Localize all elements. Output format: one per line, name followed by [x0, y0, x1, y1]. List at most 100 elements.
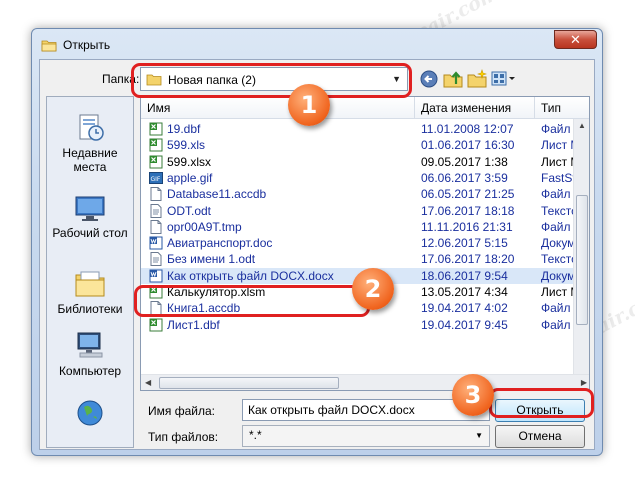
scroll-thumb[interactable] [159, 377, 339, 389]
network-icon [77, 400, 103, 426]
place-label: Библиотеки [57, 302, 123, 316]
column-header-date[interactable]: Дата изменения [415, 97, 535, 119]
file-type: Докум [541, 268, 575, 283]
word-icon [149, 236, 163, 250]
new-folder-icon[interactable] [466, 68, 488, 90]
file-row[interactable]: 599.xlsx 09.05.2017 1:38 Лист M [141, 154, 575, 170]
file-row[interactable]: Без имени 1.odt 17.06.2017 18:20 Текстс [141, 251, 575, 267]
place-label: Недавние места [62, 146, 118, 174]
scroll-thumb[interactable] [576, 195, 588, 325]
file-row[interactable]: 599.xls 01.06.2017 16:30 Лист M [141, 137, 575, 153]
image-icon: GIF [149, 171, 163, 184]
blank-file-icon [150, 219, 162, 234]
file-name: apple.gif [167, 170, 213, 185]
dialog-title: Открыть [63, 38, 111, 52]
filename-label: Имя файла: [148, 404, 215, 418]
file-type: Файл " [541, 122, 575, 136]
file-name: Лист1.dbf [167, 317, 220, 332]
cancel-button[interactable]: Отмена [495, 425, 585, 448]
vertical-scrollbar[interactable]: ▲ [573, 119, 589, 375]
file-type: Файл " [541, 317, 575, 332]
text-file-icon [150, 252, 162, 267]
title-bar[interactable]: Открыть ✕ [32, 29, 602, 59]
place-label: Компьютер [58, 364, 122, 378]
places-bar: Недавние места Рабочий стол Библиотеки К… [46, 96, 134, 448]
scroll-up-icon[interactable]: ▲ [578, 121, 586, 130]
file-date: 17.06.2017 18:18 [421, 203, 515, 218]
file-date: 11.11.2016 21:31 [421, 219, 513, 234]
column-header-name[interactable]: Имя [141, 97, 415, 119]
place-recent[interactable]: Недавние места [47, 111, 133, 174]
file-date: 01.06.2017 16:30 [421, 138, 515, 153]
file-type: Текстс [541, 203, 575, 218]
file-date: 06.06.2017 3:59 [421, 170, 508, 185]
file-type: Файл " [541, 187, 575, 202]
file-type: FastSto [541, 170, 575, 185]
file-name: ODT.odt [167, 203, 212, 218]
file-name: Без имени 1.odt [167, 252, 256, 267]
file-name: Database11.accdb [167, 187, 267, 202]
scroll-right-icon[interactable]: ▶ [581, 378, 587, 387]
file-date: 09.05.2017 1:38 [421, 154, 508, 169]
place-computer[interactable]: Компьютер [47, 329, 133, 378]
views-menu-icon[interactable] [490, 68, 516, 90]
file-type: Докум [541, 236, 575, 251]
step-badge-3: 3 [452, 374, 494, 416]
file-name: 599.xlsx [167, 154, 212, 169]
place-libraries[interactable]: Библиотеки [47, 267, 133, 316]
file-type: Лист M [541, 285, 575, 299]
column-header-type[interactable]: Тип [535, 97, 589, 119]
excel-icon [149, 318, 163, 332]
file-row[interactable]: opr00A9T.tmp 11.11.2016 21:31 Файл " [141, 219, 575, 235]
file-date: 06.05.2017 21:25 [421, 187, 515, 202]
file-type: Текстс [541, 252, 575, 267]
filetype-value: *.* [249, 428, 262, 442]
file-row[interactable]: Лист1.dbf 19.04.2017 9:45 Файл " [141, 317, 575, 333]
file-list[interactable]: Имя Дата изменения Тип 19.dbf 11.01.2008 … [140, 96, 590, 391]
chevron-down-icon: ▼ [475, 431, 483, 440]
file-date: 17.06.2017 18:20 [421, 252, 515, 267]
file-date: 18.06.2017 9:54 [421, 268, 508, 283]
close-icon: ✕ [570, 32, 581, 47]
file-date: 19.04.2017 4:02 [421, 301, 508, 316]
back-arrow-icon[interactable] [418, 68, 440, 90]
recent-places-icon [79, 114, 104, 141]
file-row[interactable]: Database11.accdb 06.05.2017 21:25 Файл " [141, 186, 575, 202]
file-name: 19.dbf [167, 122, 201, 136]
file-row[interactable]: GIF apple.gif 06.06.2017 3:59 FastSto [141, 170, 575, 186]
step-badge-2: 2 [352, 268, 394, 310]
file-date: 11.01.2008 12:07 [421, 122, 514, 136]
up-folder-icon[interactable] [442, 68, 464, 90]
file-row[interactable]: 19.dbf 11.01.2008 12:07 Файл " [141, 121, 575, 137]
file-name: opr00A9T.tmp [167, 219, 242, 234]
desktop-icon [75, 196, 105, 221]
word-icon [149, 269, 163, 283]
highlight-selected-file [134, 285, 370, 317]
file-row[interactable]: Авиатранспорт.doc 12.06.2017 5:15 Докум [141, 235, 575, 251]
excel-icon [149, 155, 163, 169]
close-button[interactable]: ✕ [554, 30, 597, 49]
step-badge-1: 1 [288, 84, 330, 126]
highlight-look-in [131, 63, 412, 98]
filetype-select[interactable]: *.* ▼ [242, 425, 490, 447]
file-date: 19.04.2017 9:45 [421, 317, 508, 332]
file-row[interactable]: ODT.odt 17.06.2017 18:18 Текстс [141, 203, 575, 219]
svg-text:GIF: GIF [151, 176, 161, 183]
file-name: Авиатранспорт.doc [167, 236, 273, 251]
filetype-label: Тип файлов: [148, 430, 219, 444]
file-date: 13.05.2017 4:34 [421, 285, 508, 299]
excel-icon [149, 138, 163, 152]
highlight-open-button [489, 388, 594, 418]
folder-open-icon [41, 40, 57, 52]
place-desktop[interactable]: Рабочий стол [47, 195, 133, 240]
file-type: Лист M [541, 138, 575, 153]
place-network[interactable] [47, 397, 133, 432]
scroll-left-icon[interactable]: ◀ [145, 378, 151, 387]
file-date: 12.06.2017 5:15 [421, 236, 508, 251]
file-name: 599.xls [167, 138, 206, 153]
file-type: Файл " [541, 219, 575, 234]
computer-icon [77, 332, 103, 358]
file-name: Как открыть файл DOCX.docx [167, 268, 334, 283]
libraries-icon [75, 271, 105, 297]
file-type: Файл " [541, 301, 575, 316]
